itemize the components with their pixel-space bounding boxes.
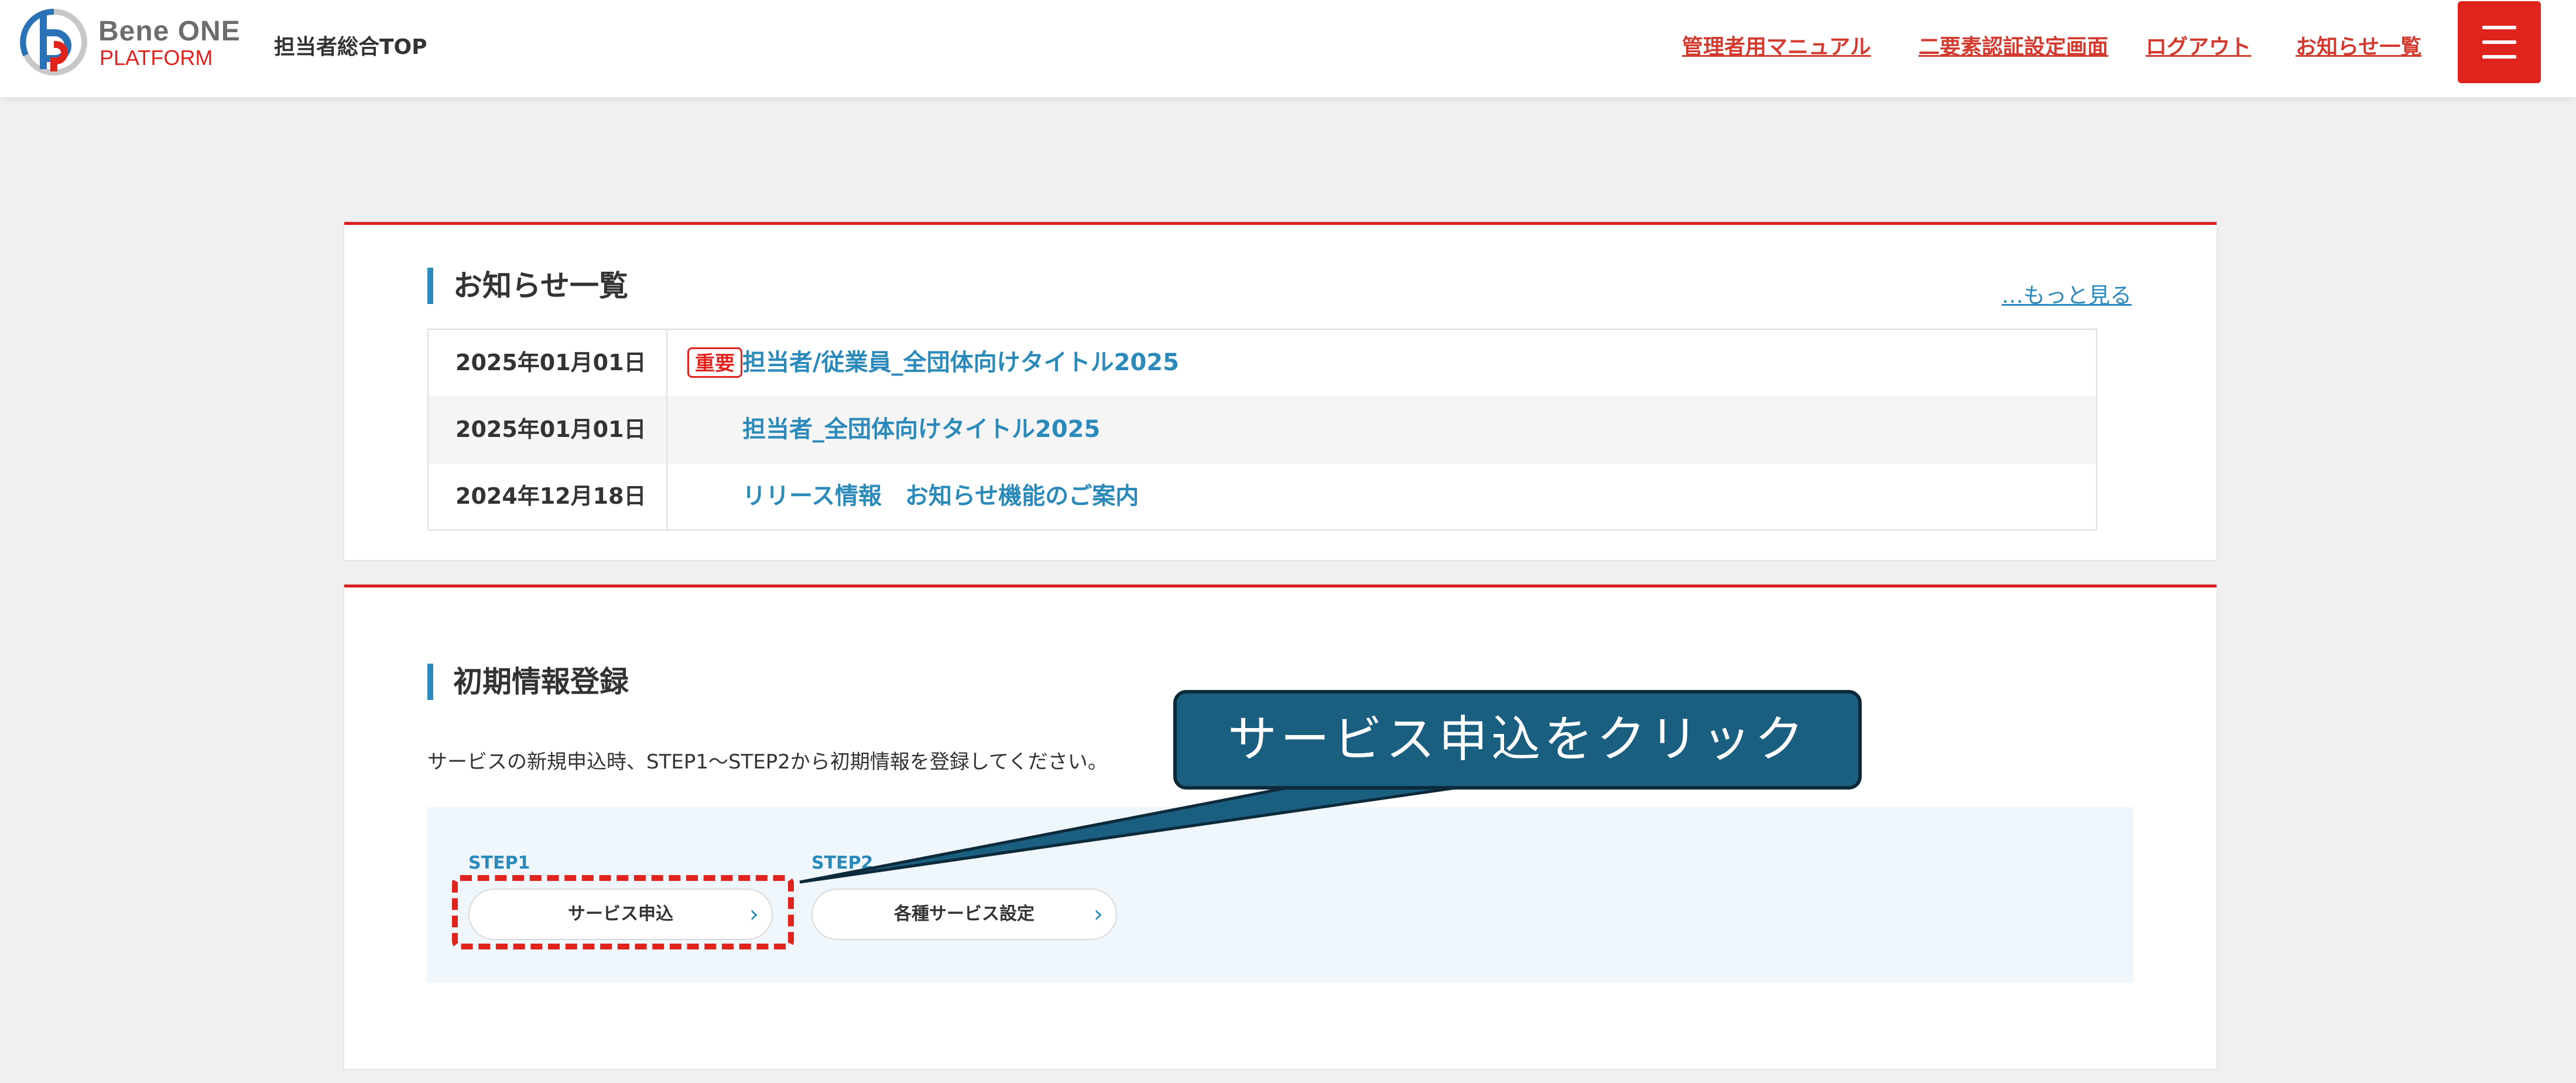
notice-section-title: お知らせ一覧 — [427, 268, 628, 304]
bene-one-logo-icon — [20, 8, 87, 76]
chevron-right-icon: › — [1094, 901, 1103, 928]
nav-link-notice-list[interactable]: お知らせ一覧 — [2296, 30, 2421, 60]
notice-title-link[interactable]: 担当者_全団体向けタイトル2025 — [742, 397, 1100, 463]
callout-box: サービス申込をクリック — [1173, 690, 1862, 790]
notice-date: 2024年12月18日 — [429, 463, 667, 529]
notice-table: 2025年01月01日 重要 担当者/従業員_全団体向けタイトル2025 202… — [427, 329, 2097, 531]
notice-row: 2025年01月01日 担当者_全団体向けタイトル2025 — [429, 397, 2096, 463]
more-notices-link[interactable]: …もっと見る — [2002, 278, 2132, 309]
initial-registration-card: 初期情報登録 サービスの新規申込時、STEP1〜STEP2から初期情報を登録して… — [344, 585, 2217, 1069]
service-settings-button-label: 各種サービス設定 — [894, 904, 1034, 924]
notice-title-link[interactable]: 担当者/従業員_全団体向けタイトル2025 — [742, 330, 1179, 396]
step1-label: STEP1 — [468, 853, 530, 873]
hamburger-icon — [2482, 26, 2516, 29]
hamburger-icon — [2482, 55, 2516, 59]
notice-row: 2024年12月18日 リリース情報 お知らせ機能のご案内 — [429, 463, 2096, 529]
nav-link-admin-manual[interactable]: 管理者用マニュアル — [1682, 30, 1871, 60]
click-highlight-box — [452, 875, 794, 949]
service-settings-button[interactable]: 各種サービス設定 › — [811, 889, 1117, 940]
step2-label: STEP2 — [811, 853, 873, 873]
initial-description: サービスの新規申込時、STEP1〜STEP2から初期情報を登録してください。 — [427, 750, 1108, 774]
notice-card: お知らせ一覧 …もっと見る 2025年01月01日 重要 担当者/従業員_全団体… — [344, 222, 2217, 560]
nav-link-2fa-settings[interactable]: 二要素認証設定画面 — [1919, 30, 2108, 60]
hamburger-icon — [2482, 40, 2516, 44]
initial-section-title: 初期情報登録 — [427, 664, 629, 700]
notice-date: 2025年01月01日 — [429, 397, 667, 463]
notice-date: 2025年01月01日 — [429, 330, 667, 396]
notice-title-link[interactable]: リリース情報 お知らせ機能のご案内 — [742, 463, 1139, 529]
notice-row: 2025年01月01日 重要 担当者/従業員_全団体向けタイトル2025 — [429, 330, 2096, 397]
nav-link-logout[interactable]: ログアウト — [2146, 30, 2251, 60]
important-badge: 重要 — [687, 347, 742, 378]
menu-button[interactable] — [2458, 1, 2541, 83]
header: Bene ONE PLATFORM 担当者総合TOP 管理者用マニュアル 二要素… — [0, 0, 2576, 97]
logo-text-primary: Bene ONE — [98, 16, 241, 47]
logo-text-secondary: PLATFORM — [100, 46, 213, 70]
page-title: 担当者総合TOP — [274, 35, 427, 59]
